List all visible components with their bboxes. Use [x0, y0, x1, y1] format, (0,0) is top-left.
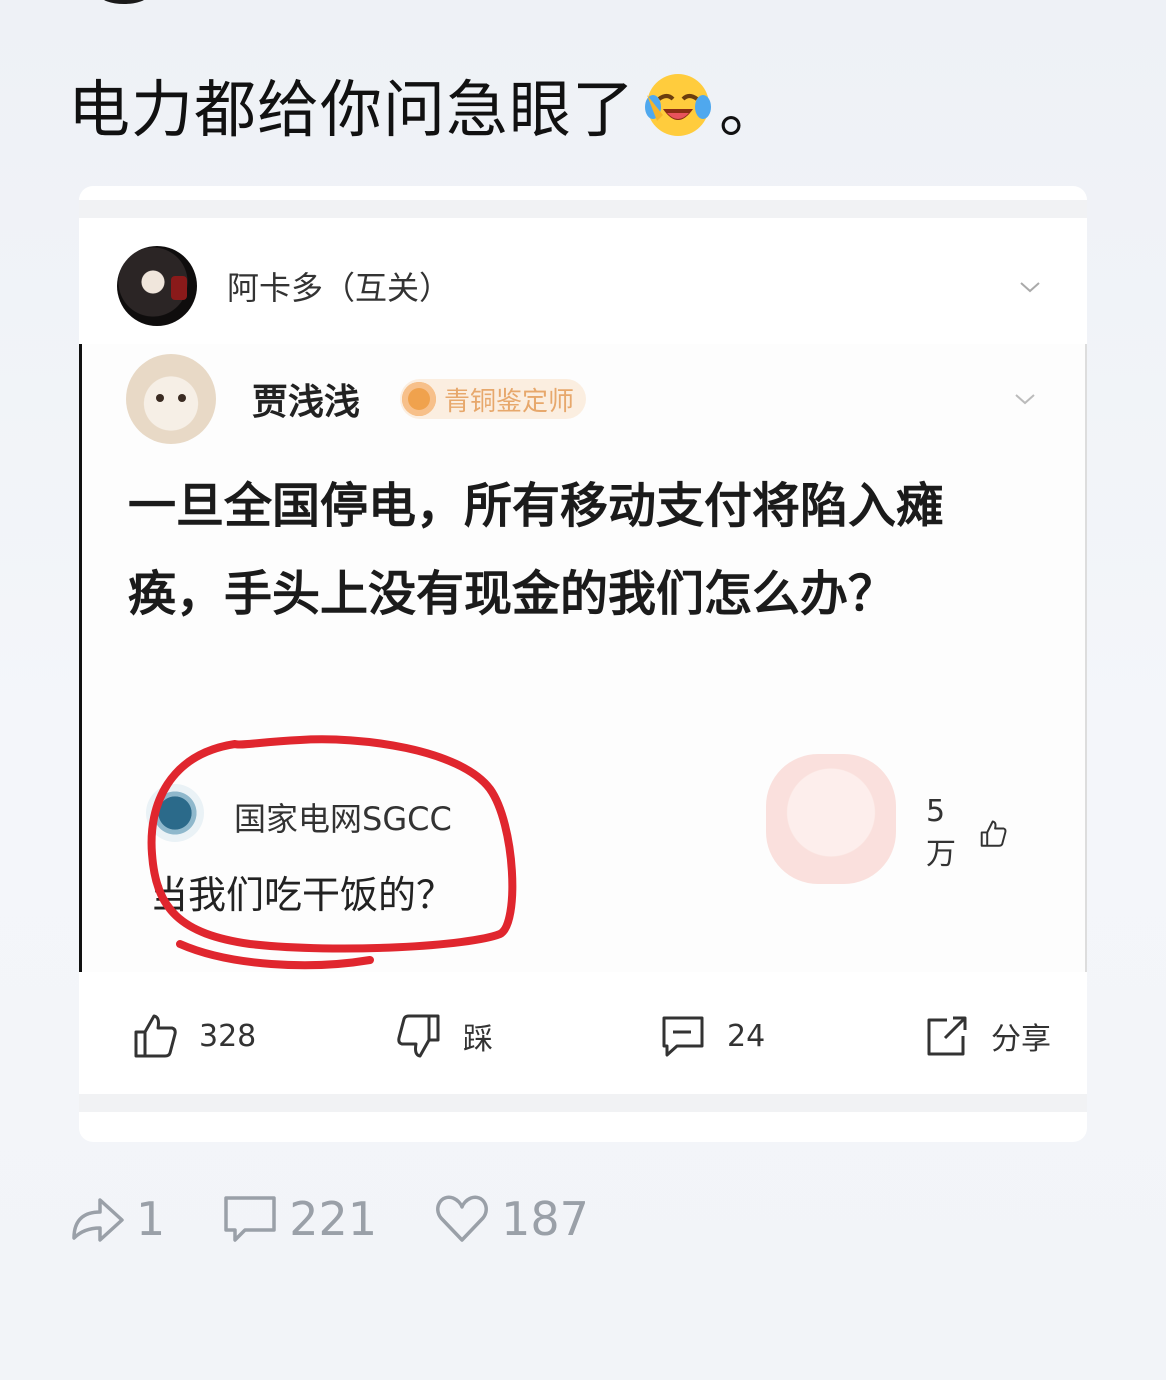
comments-count: 221: [289, 1192, 378, 1246]
cat-avatar: [126, 354, 216, 444]
thumbs-up-icon: [134, 1014, 177, 1058]
comment-bubble-icon: [224, 1196, 277, 1242]
heart-icon: [436, 1195, 489, 1242]
screenshot-post: 贾浅浅 青铜鉴定师 一旦全国停电，所有移动支付将陷入瘫痪，手头上没有现金的我们怎…: [79, 344, 1087, 972]
thumbs-up-icon: [980, 819, 1007, 847]
laughing-crying-emoji-icon: [643, 69, 713, 139]
badge-hex-icon: [402, 382, 437, 416]
sgcc-logo-icon: [146, 784, 204, 842]
repost-card[interactable]: 阿卡多（互关） 贾浅浅 青铜鉴定师 一旦全国停电，所有移动支付将陷入瘫痪，手头上…: [79, 186, 1087, 1142]
caption-suffix: 。: [719, 73, 783, 146]
like-count: 328: [199, 1018, 257, 1054]
card-divider-top: [79, 200, 1087, 218]
card-divider-bottom: [79, 1094, 1087, 1112]
avatar[interactable]: [117, 246, 197, 326]
chevron-down-icon[interactable]: [1019, 276, 1041, 298]
rank-badge: 青铜鉴定师: [400, 379, 587, 419]
share-label: 分享: [991, 1022, 1051, 1057]
post-caption: 电力都给你问急眼了 。: [68, 64, 782, 146]
comment-button[interactable]: 24: [659, 1012, 765, 1060]
post-footer: 1 221 187: [68, 1190, 645, 1248]
screenshot-author-name: 贾浅浅: [252, 382, 361, 423]
share-button[interactable]: 分享: [923, 1012, 1051, 1060]
repost-author-name[interactable]: 阿卡多（互关）: [227, 263, 451, 309]
repost-header: 阿卡多（互关）: [117, 246, 451, 326]
badge-label: 青铜鉴定师: [444, 386, 575, 417]
reply-like-count: 5万: [926, 794, 1008, 873]
repost-arrow-icon: [72, 1198, 124, 1242]
reply-author-name: 国家电网SGCC: [234, 800, 452, 838]
top-fragment: [100, 0, 148, 4]
dislike-button[interactable]: 踩: [395, 1012, 493, 1060]
repost-count: 1: [136, 1192, 166, 1246]
like-post-button[interactable]: 187: [433, 1190, 589, 1248]
embedded-image[interactable]: 阿卡多（互关） 贾浅浅 青铜鉴定师 一旦全国停电，所有移动支付将陷入瘫痪，手头上…: [79, 218, 1087, 1094]
screenshot-header: 贾浅浅 青铜鉴定师: [126, 354, 587, 444]
likes-count: 187: [501, 1192, 589, 1246]
reply-like-number: 5万: [926, 794, 956, 872]
chevron-down-icon: [1014, 388, 1036, 410]
question-text: 一旦全国停电，所有移动支付将陷入瘫痪，手头上没有现金的我们怎么办？: [128, 478, 945, 622]
reply-text: 当我们吃干饭的？: [150, 873, 455, 917]
repost-button[interactable]: 1: [68, 1190, 165, 1248]
share-icon: [927, 1016, 967, 1056]
reply: 国家电网SGCC 当我们吃干饭的？ 5万: [146, 754, 1008, 954]
sticker-image: [766, 754, 896, 884]
caption-text: 电力都给你问急眼了: [68, 73, 636, 146]
comment-count: 24: [727, 1018, 766, 1054]
dislike-label: 踩: [463, 1022, 493, 1057]
comments-button[interactable]: 221: [221, 1190, 377, 1248]
comment-icon: [662, 1016, 704, 1057]
like-button[interactable]: 328: [131, 1012, 256, 1060]
thumbs-down-icon: [397, 1014, 440, 1058]
action-bar: 328 踩 24 分享: [79, 988, 1087, 1088]
